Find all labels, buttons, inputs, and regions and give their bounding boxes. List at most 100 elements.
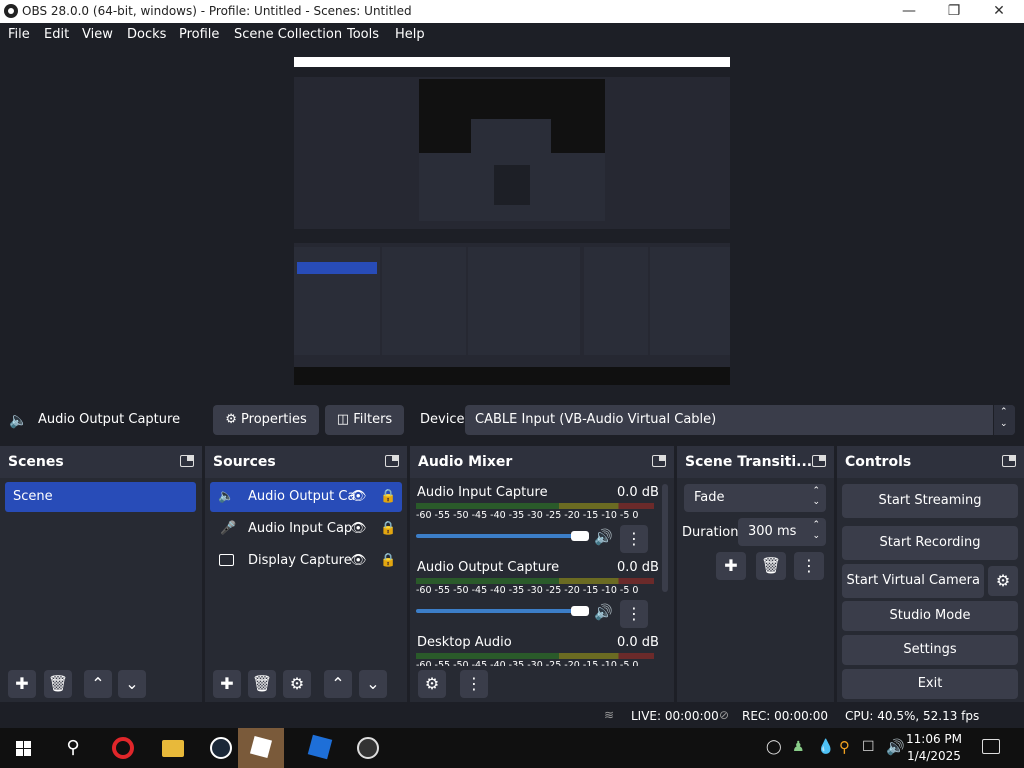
add-source-button[interactable]: ✚: [213, 670, 241, 698]
transition-menu-button[interactable]: ⋮: [794, 552, 824, 580]
minimize-icon[interactable]: —: [886, 0, 932, 23]
properties-button[interactable]: ⚙ Properties: [213, 405, 319, 435]
menu-edit[interactable]: Edit: [44, 27, 69, 42]
windows-start-icon[interactable]: [0, 728, 46, 768]
notification-icon[interactable]: [982, 739, 1000, 754]
chevron-updown-icon[interactable]: ⌃ ⌄: [812, 520, 820, 542]
undock-icon[interactable]: [385, 455, 399, 467]
obs-icon[interactable]: [345, 728, 391, 768]
visibility-eye-icon[interactable]: 👁: [350, 482, 367, 512]
menu-tools[interactable]: Tools: [347, 27, 379, 42]
visibility-eye-icon[interactable]: 👁: [350, 546, 367, 576]
menu-help[interactable]: Help: [395, 27, 425, 42]
channel-name: Audio Output Capture: [417, 560, 560, 575]
move-scene-up-button[interactable]: ⌃: [84, 670, 112, 698]
file-explorer-icon[interactable]: [150, 728, 196, 768]
close-icon[interactable]: ✕: [976, 0, 1022, 23]
undock-icon[interactable]: [812, 455, 826, 467]
volume-slider-knob[interactable]: [571, 606, 589, 616]
scene-item[interactable]: Scene: [5, 482, 196, 512]
taskbar-clock[interactable]: 11:06 PM 1/4/2025: [906, 731, 962, 765]
trash-icon: 🗑: [251, 674, 273, 693]
opera-icon[interactable]: [100, 728, 146, 768]
add-transition-button[interactable]: ✚: [716, 552, 746, 580]
clock-date: 1/4/2025: [907, 749, 961, 763]
transition-select[interactable]: Fade ⌃ ⌄: [684, 484, 826, 512]
device-value: CABLE Input (VB-Audio Virtual Cable): [475, 412, 717, 427]
volume-slider[interactable]: [416, 609, 586, 613]
record-icon: ⊘: [719, 708, 730, 722]
tray-app-icon[interactable]: ⚲: [839, 738, 850, 756]
obs-app-icon: [4, 4, 18, 18]
remove-scene-button[interactable]: 🗑: [44, 670, 72, 698]
mixer-settings-button[interactable]: ⚙: [418, 670, 446, 698]
device-select[interactable]: CABLE Input (VB-Audio Virtual Cable) ⌃ ⌄: [465, 405, 1015, 435]
gear-icon: ⚙: [225, 412, 237, 427]
preview-canvas[interactable]: [294, 57, 730, 385]
channel-name: Audio Input Capture: [417, 485, 548, 500]
title-bar: OBS 28.0.0 (64-bit, windows) - Profile: …: [0, 0, 1024, 23]
speaker-mute-icon[interactable]: 🔊: [594, 528, 613, 546]
source-label: Audio Input Cap: [248, 521, 353, 536]
filters-button[interactable]: ◫ Filters: [325, 405, 404, 435]
move-scene-down-button[interactable]: ⌄: [118, 670, 146, 698]
search-icon[interactable]: ⚲: [50, 728, 96, 768]
roblox-studio-icon[interactable]: [238, 728, 284, 768]
undock-icon[interactable]: [180, 455, 194, 467]
volume-tray-icon[interactable]: 🔊: [886, 738, 905, 756]
mixer-menu-button[interactable]: ⋮: [460, 670, 488, 698]
remove-transition-button[interactable]: 🗑: [756, 552, 786, 580]
move-source-up-button[interactable]: ⌃: [324, 670, 352, 698]
filter-icon: ◫: [336, 412, 350, 427]
speaker-icon: 🔈: [218, 489, 235, 504]
live-status: LIVE: 00:00:00: [631, 709, 719, 723]
menu-profile[interactable]: Profile: [179, 27, 219, 42]
volume-slider-knob[interactable]: [571, 531, 589, 541]
source-item-display-capture[interactable]: Display Capture 👁 🔒: [210, 546, 402, 576]
add-scene-button[interactable]: ✚: [8, 670, 36, 698]
undock-icon[interactable]: [652, 455, 666, 467]
menu-file[interactable]: File: [8, 27, 30, 42]
source-item-audio-input[interactable]: 🎤 Audio Input Cap 👁 🔒: [210, 514, 402, 544]
undock-icon[interactable]: [1002, 455, 1016, 467]
volume-meter: [416, 653, 654, 659]
source-item-audio-output[interactable]: 🔈 Audio Output Ca 👁 🔒: [210, 482, 402, 512]
start-streaming-button[interactable]: Start Streaming: [842, 484, 1018, 518]
speaker-icon: 🔈: [9, 411, 28, 429]
speaker-mute-icon[interactable]: 🔊: [594, 603, 613, 621]
volume-slider[interactable]: [416, 534, 586, 538]
move-source-down-button[interactable]: ⌄: [359, 670, 387, 698]
obs-tray-icon[interactable]: ◯: [766, 739, 782, 755]
studio-mode-button[interactable]: Studio Mode: [842, 601, 1018, 631]
restore-icon[interactable]: ❐: [931, 0, 977, 23]
source-properties-button[interactable]: ⚙: [283, 670, 311, 698]
chevron-up-icon: ⌃: [91, 674, 105, 693]
menu-view[interactable]: View: [82, 27, 113, 42]
meter-scale: -60 -55 -50 -45 -40 -35 -30 -25 -20 -15 …: [416, 510, 639, 521]
controls-title: Controls: [837, 446, 1024, 478]
people-tray-icon[interactable]: ♟: [792, 739, 805, 755]
lock-icon[interactable]: 🔒: [380, 546, 396, 576]
water-drop-icon[interactable]: 💧: [817, 739, 834, 755]
duration-spinbox[interactable]: 300 ms ⌃ ⌄: [738, 518, 826, 546]
virtual-camera-settings-button[interactable]: ⚙: [988, 566, 1018, 596]
menu-docks[interactable]: Docks: [127, 27, 166, 42]
roblox-icon[interactable]: [297, 728, 343, 768]
lock-icon[interactable]: 🔒: [380, 514, 396, 544]
audio-mixer-title: Audio Mixer: [410, 446, 674, 478]
visibility-eye-icon[interactable]: 👁: [350, 514, 367, 544]
remove-source-button[interactable]: 🗑: [248, 670, 276, 698]
channel-menu-button[interactable]: ⋮: [620, 525, 648, 553]
menu-scene-collection[interactable]: Scene Collection: [234, 27, 342, 42]
duration-label: Duration: [682, 525, 739, 540]
microphone-icon: 🎤: [220, 521, 237, 536]
device-select-arrows[interactable]: ⌃ ⌄: [993, 405, 1015, 435]
network-tray-icon[interactable]: ☐: [862, 739, 875, 755]
start-recording-button[interactable]: Start Recording: [842, 526, 1018, 560]
exit-button[interactable]: Exit: [842, 669, 1018, 699]
channel-menu-button[interactable]: ⋮: [620, 600, 648, 628]
mixer-scrollbar[interactable]: [662, 484, 668, 592]
lock-icon[interactable]: 🔒: [380, 482, 396, 512]
start-virtual-camera-button[interactable]: Start Virtual Camera: [842, 564, 984, 598]
settings-button[interactable]: Settings: [842, 635, 1018, 665]
